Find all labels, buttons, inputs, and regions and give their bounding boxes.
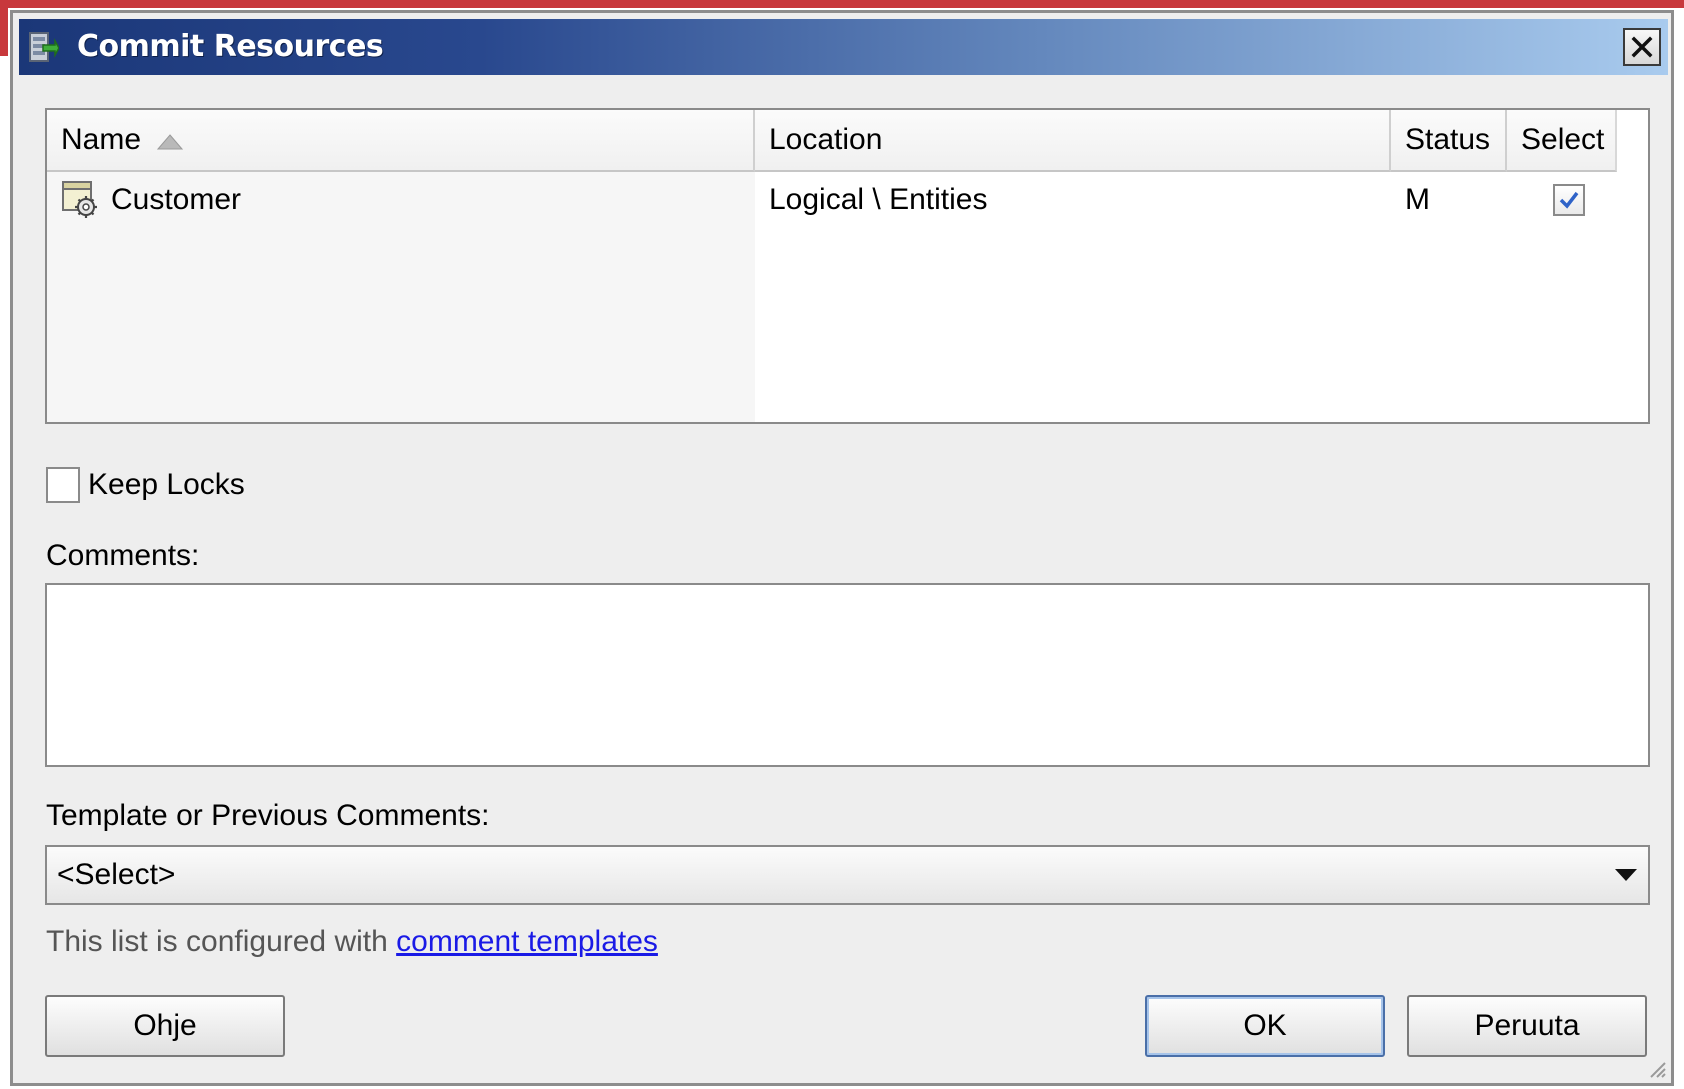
- comments-textarea[interactable]: [45, 583, 1650, 767]
- column-header-select[interactable]: Select: [1507, 110, 1617, 172]
- column-header-location[interactable]: Location: [755, 110, 1391, 172]
- cell-location: Logical \ Entities: [769, 172, 987, 228]
- select-checkbox[interactable]: [1553, 184, 1585, 216]
- commit-app-icon: [29, 32, 59, 62]
- cell-status: M: [1405, 172, 1430, 228]
- template-select[interactable]: <Select>: [45, 845, 1650, 905]
- hint-text: This list is configured with: [46, 925, 397, 958]
- template-label: Template or Previous Comments:: [46, 799, 490, 832]
- column-header-name[interactable]: Name: [47, 110, 755, 172]
- checkmark-icon: [1559, 191, 1579, 209]
- table-row[interactable]: Customer Logical \ Entities M: [47, 172, 1617, 228]
- comments-label: Comments:: [46, 539, 200, 572]
- ok-button[interactable]: OK: [1145, 995, 1385, 1057]
- close-icon: [1631, 36, 1653, 58]
- row-status: M: [1405, 183, 1430, 216]
- table-header: Name Location Status Select: [47, 110, 1617, 172]
- title-bar[interactable]: Commit Resources: [19, 19, 1668, 75]
- column-header-status[interactable]: Status: [1391, 110, 1507, 172]
- keep-locks-label: Keep Locks: [88, 468, 245, 501]
- sort-ascending-icon: [157, 134, 184, 150]
- close-button[interactable]: [1623, 28, 1661, 66]
- column-header-label: Status: [1405, 123, 1491, 156]
- cell-select: [1553, 172, 1585, 228]
- resize-grip-icon[interactable]: [1645, 1057, 1667, 1079]
- window-border-accent-left: [0, 0, 8, 56]
- resources-table: Name Location Status Select Customer Log…: [45, 108, 1650, 424]
- help-button[interactable]: Ohje: [45, 995, 285, 1057]
- keep-locks-option[interactable]: Keep Locks: [46, 467, 245, 503]
- templates-hint: This list is configured with comment tem…: [46, 925, 658, 959]
- cell-name: Customer: [61, 172, 241, 228]
- row-name: Customer: [111, 183, 242, 216]
- window-border-accent: [0, 0, 1684, 8]
- commit-resources-dialog: Commit Resources Name Location Status Se: [10, 10, 1674, 1086]
- cancel-button[interactable]: Peruuta: [1407, 995, 1647, 1057]
- keep-locks-checkbox[interactable]: [46, 467, 80, 503]
- column-header-label: Select: [1521, 123, 1605, 156]
- column-header-label: Name: [61, 123, 142, 156]
- column-header-label: Location: [769, 123, 883, 156]
- comment-templates-link[interactable]: comment templates: [396, 925, 658, 958]
- row-location: Logical \ Entities: [769, 183, 988, 216]
- window-title: Commit Resources: [77, 29, 384, 64]
- template-select-value: <Select>: [57, 858, 176, 891]
- entity-gear-icon: [62, 181, 97, 218]
- dropdown-arrow-icon: [1615, 869, 1637, 881]
